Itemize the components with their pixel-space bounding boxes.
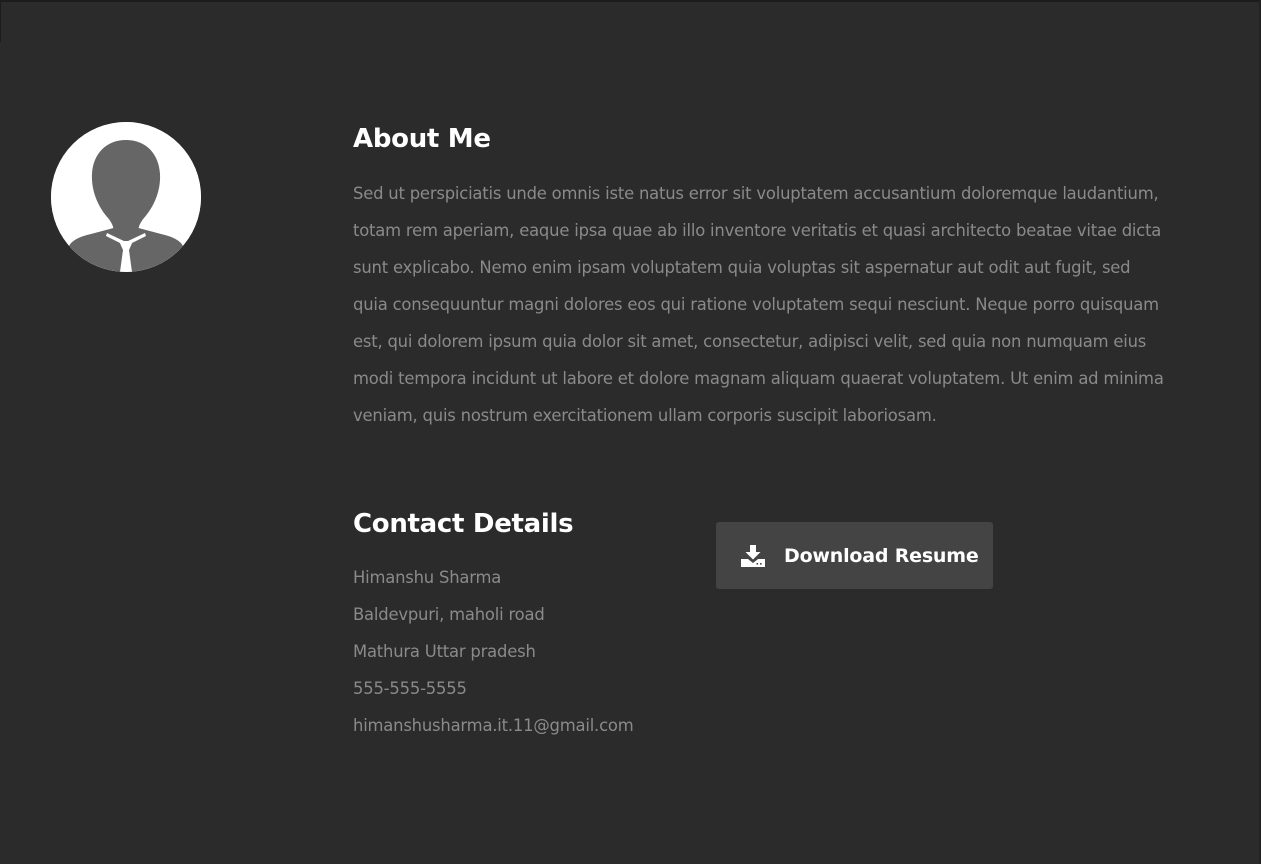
about-text: Sed ut perspiciatis unde omnis iste natu… bbox=[353, 184, 1164, 425]
about-title: About Me bbox=[353, 124, 491, 154]
contact-address-line1: Baldevpuri, maholi road bbox=[353, 605, 545, 624]
download-resume-label: Download Resume bbox=[784, 544, 979, 567]
contact-email: himanshusharma.it.11@gmail.com bbox=[353, 716, 634, 735]
download-icon bbox=[741, 544, 765, 567]
contact-name: Himanshu Sharma bbox=[353, 568, 502, 587]
top-border bbox=[0, 0, 1261, 2]
download-resume-button[interactable]: Download Resume bbox=[716, 522, 993, 589]
contact-list: Himanshu Sharma Baldevpuri, maholi road … bbox=[353, 559, 713, 744]
user-silhouette-icon bbox=[51, 122, 201, 272]
left-edge bbox=[0, 0, 1, 42]
contact-phone: 555-555-5555 bbox=[353, 679, 467, 698]
contact-title: Contact Details bbox=[353, 509, 574, 539]
about-section: About Me Sed ut perspiciatis unde omnis … bbox=[353, 120, 1183, 434]
avatar bbox=[51, 122, 201, 272]
contact-section: Contact Details Himanshu Sharma Baldevpu… bbox=[353, 505, 713, 744]
contact-address-line2: Mathura Uttar pradesh bbox=[353, 642, 536, 661]
